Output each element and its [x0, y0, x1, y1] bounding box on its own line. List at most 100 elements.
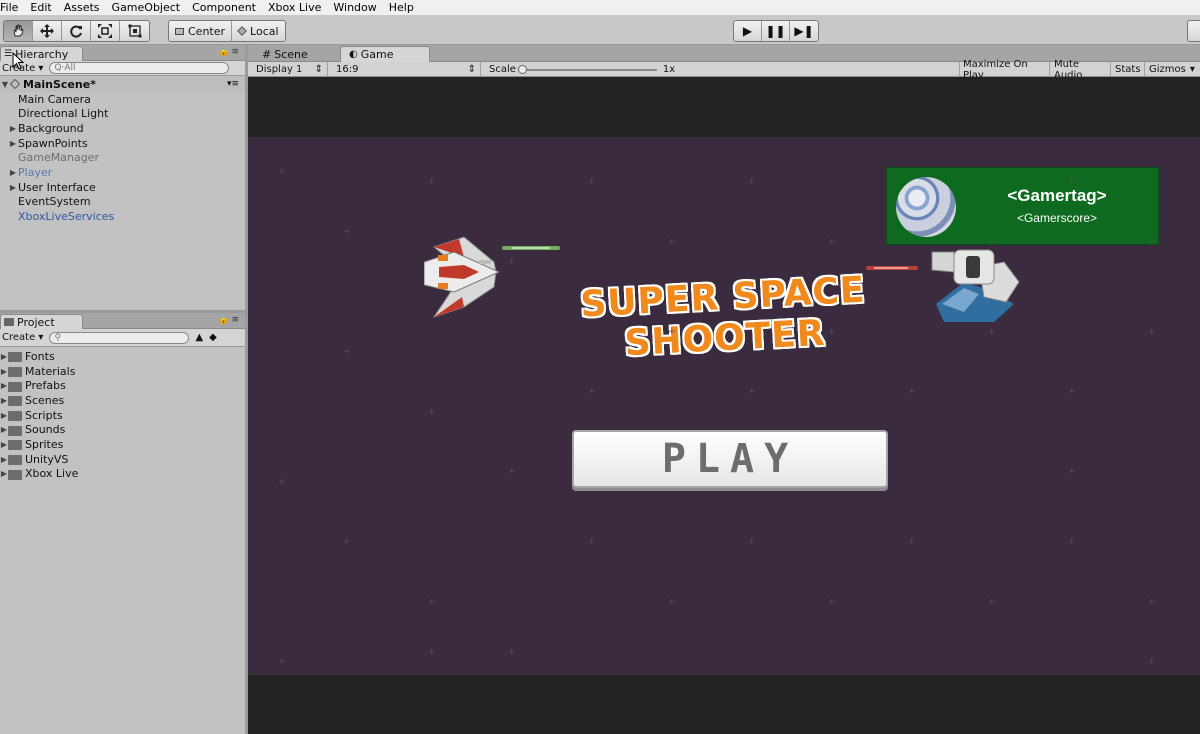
cube-icon — [237, 26, 247, 36]
play-button[interactable]: ▶ — [734, 21, 762, 41]
folder-tab-icon — [4, 318, 14, 326]
expand-arrow-icon[interactable]: ▶ — [0, 425, 8, 434]
project-folder-row[interactable]: ▶ Fonts — [0, 349, 245, 364]
space-local-button[interactable]: Local — [232, 21, 285, 41]
project-folder-row[interactable]: ▶ Sounds — [0, 422, 245, 437]
star-decoration: + — [1148, 657, 1156, 667]
menu-assets[interactable]: Assets — [64, 1, 106, 14]
tab-scene[interactable]: # Scene — [254, 46, 308, 62]
star-decoration: + — [1068, 467, 1076, 477]
expand-arrow-icon[interactable]: ▶ — [0, 367, 8, 376]
star-decoration: + — [668, 237, 676, 247]
hierarchy-item-label: EventSystem — [18, 195, 91, 209]
project-folder-row[interactable]: ▶ Xbox Live — [0, 467, 245, 482]
hierarchy-item-label: Background — [18, 121, 84, 135]
star-decoration: + — [278, 477, 286, 487]
folder-icon — [8, 440, 22, 451]
gamerscore-text: <Gamerscore> — [1016, 211, 1098, 225]
star-decoration: + — [428, 597, 436, 607]
move-tool-button[interactable] — [33, 21, 62, 41]
star-decoration: + — [508, 467, 516, 477]
hierarchy-item[interactable]: ▶ Player — [0, 165, 245, 180]
expand-arrow-icon[interactable]: ▶ — [0, 455, 8, 464]
tab-project[interactable]: Project — [0, 314, 83, 329]
expand-arrow-icon[interactable]: ▶ — [0, 352, 8, 361]
project-folder-row[interactable]: ▶ Scripts — [0, 408, 245, 423]
star-decoration: + — [828, 327, 836, 337]
rect-tool-button[interactable] — [120, 21, 149, 41]
scene-options-icon[interactable]: ▾≡ — [227, 79, 239, 89]
folder-icon — [8, 381, 22, 392]
pause-button[interactable]: ❚❚ — [762, 21, 790, 41]
toggle-maximize-on-play[interactable]: Maximize On Play — [959, 59, 1050, 81]
pivot-center-button[interactable]: Center — [169, 21, 233, 41]
collapse-arrow-icon[interactable]: ▼ — [0, 80, 10, 89]
hierarchy-item[interactable]: Directional Light — [0, 106, 245, 121]
hierarchy-item-label: GameManager — [18, 151, 99, 165]
scene-root-row[interactable]: ▼ MainScene* ▾≡ — [0, 77, 245, 92]
hierarchy-item[interactable]: ▶ SpawnPoints — [0, 136, 245, 151]
scale-icon — [98, 24, 112, 38]
rotate-tool-button[interactable] — [62, 21, 91, 41]
expand-arrow-icon[interactable]: ▶ — [0, 440, 8, 449]
menu-xbox-live[interactable]: Xbox Live — [268, 1, 327, 14]
folder-label: Xbox Live — [25, 467, 79, 481]
hierarchy-item[interactable]: GameManager — [0, 150, 245, 165]
panel-lock-icon[interactable]: 🔒≡ — [218, 47, 241, 57]
toggle-mute-audio[interactable]: Mute Audio — [1050, 59, 1111, 81]
collab-button[interactable] — [1187, 20, 1200, 42]
filter-type-icon[interactable]: ▲ — [195, 332, 203, 343]
project-search-input[interactable]: ⚲ — [49, 331, 190, 344]
menu-window[interactable]: Window — [333, 1, 382, 14]
menu-help[interactable]: Help — [389, 1, 420, 14]
folder-label: Sprites — [25, 437, 64, 451]
expand-arrow-icon[interactable]: ▶ — [8, 124, 18, 133]
project-create-dropdown[interactable]: Create ▾ — [2, 332, 43, 343]
scale-tool-button[interactable] — [91, 21, 120, 41]
expand-arrow-icon[interactable]: ▶ — [0, 396, 8, 405]
hand-tool-button[interactable] — [4, 21, 33, 41]
project-folder-row[interactable]: ▶ Sprites — [0, 437, 245, 452]
star-decoration: + — [508, 647, 516, 657]
filter-label-icon[interactable]: ◆ — [209, 332, 217, 343]
play-game-button[interactable]: PLAY — [572, 430, 888, 488]
scale-slider-handle[interactable] — [517, 64, 527, 74]
project-folder-row[interactable]: ▶ Scenes — [0, 393, 245, 408]
expand-arrow-icon[interactable]: ▶ — [8, 168, 18, 177]
expand-arrow-icon[interactable]: ▶ — [0, 411, 8, 420]
gizmos-dropdown[interactable]: Gizmos ▾ — [1145, 62, 1200, 77]
expand-arrow-icon[interactable]: ▶ — [8, 183, 18, 192]
star-decoration: + — [428, 407, 436, 417]
game-render-area[interactable]: <Gamertag> <Gamerscore> SUPER SPACE SHOO… — [248, 77, 1200, 734]
panel-lock-icon[interactable]: 🔒≡ — [218, 315, 241, 325]
toggle-stats[interactable]: Stats — [1111, 62, 1145, 77]
hierarchy-search-input[interactable]: Q·All — [49, 62, 230, 74]
star-decoration: + — [588, 537, 596, 547]
menu-edit[interactable]: Edit — [30, 1, 57, 14]
hierarchy-item[interactable]: Main Camera — [0, 92, 245, 107]
project-folder-row[interactable]: ▶ Materials — [0, 364, 245, 379]
hierarchy-item-label: SpawnPoints — [18, 136, 88, 150]
hierarchy-item[interactable]: ▶ User Interface — [0, 180, 245, 195]
display-dropdown[interactable]: Display 1 ⇕ — [248, 62, 328, 77]
hierarchy-item-label: Main Camera — [18, 92, 91, 106]
menu-component[interactable]: Component — [192, 1, 262, 14]
xbox-profile-card[interactable]: <Gamertag> <Gamerscore> — [886, 167, 1159, 245]
project-folder-row[interactable]: ▶ Prefabs — [0, 378, 245, 393]
tab-game[interactable]: ◐ Game — [340, 46, 430, 62]
hierarchy-item[interactable]: XboxLiveServices — [0, 209, 245, 224]
aspect-dropdown[interactable]: 16:9 ⇕ — [328, 62, 481, 77]
project-folder-row[interactable]: ▶ UnityVS — [0, 452, 245, 467]
folder-icon — [8, 425, 22, 436]
star-decoration: + — [343, 227, 351, 237]
hierarchy-item[interactable]: EventSystem — [0, 195, 245, 210]
scale-slider[interactable] — [517, 64, 657, 74]
hierarchy-item[interactable]: ▶ Background — [0, 121, 245, 136]
menu-file[interactable]: File — [0, 1, 24, 14]
expand-arrow-icon[interactable]: ▶ — [0, 381, 8, 390]
expand-arrow-icon[interactable]: ▶ — [8, 139, 18, 148]
step-button[interactable]: ▶❚ — [790, 21, 818, 41]
expand-arrow-icon[interactable]: ▶ — [0, 469, 8, 478]
green-laser-graphic — [502, 246, 560, 250]
menu-gameobject[interactable]: GameObject — [112, 1, 187, 14]
